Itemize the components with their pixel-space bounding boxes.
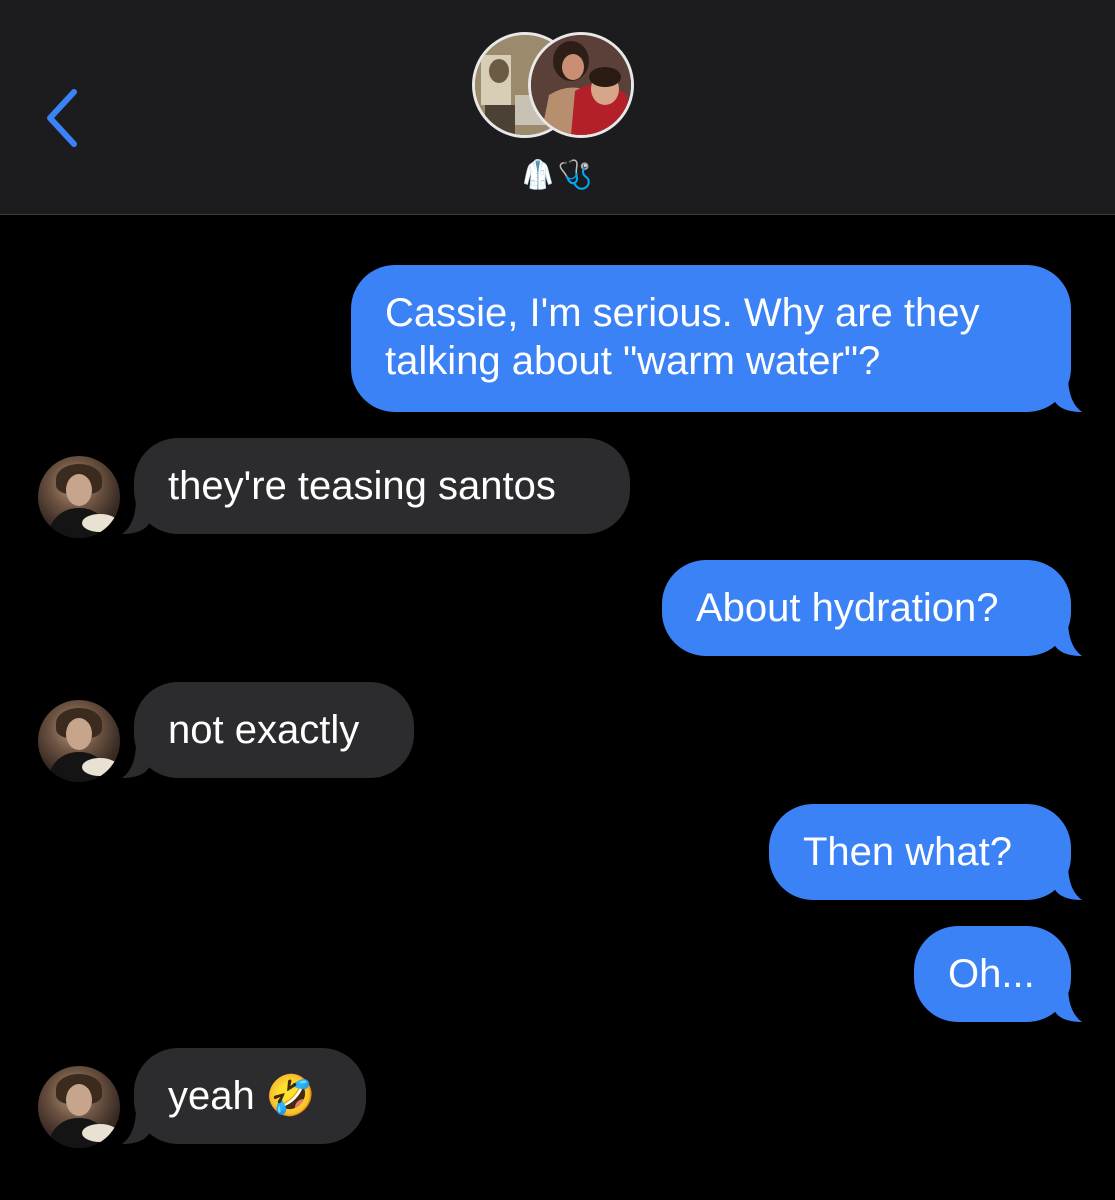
- message-bubble-sent[interactable]: Then what?: [769, 804, 1071, 900]
- message-text-line: talking about "warm water"?: [385, 339, 881, 383]
- bubble-tail-received: [122, 498, 150, 534]
- message-text: yeah 🤣: [168, 1074, 316, 1118]
- group-member-photo-2: [531, 35, 631, 135]
- message-text: Then what?: [803, 830, 1013, 874]
- message-bubble-sent[interactable]: Cassie, I'm serious. Why are they talkin…: [351, 265, 1071, 412]
- group-title-emoji[interactable]: 🥼🩺: [0, 158, 1115, 191]
- message-text: they're teasing santos: [168, 464, 556, 508]
- bubble-tail-received: [122, 742, 150, 778]
- message-text: Oh...: [948, 952, 1035, 996]
- bubble-tail-sent: [1054, 864, 1082, 900]
- group-avatar[interactable]: [472, 32, 644, 144]
- message-bubble-received[interactable]: yeah 🤣: [134, 1048, 366, 1144]
- bubble-tail-sent: [1054, 986, 1082, 1022]
- message-bubble-sent[interactable]: Oh...: [914, 926, 1071, 1022]
- message-bubble-sent[interactable]: About hydration?: [662, 560, 1071, 656]
- bubble-tail-sent: [1054, 376, 1082, 412]
- chevron-left-icon: [47, 89, 77, 147]
- back-button[interactable]: [38, 86, 88, 150]
- group-member-avatar-2: [528, 32, 634, 138]
- message-text: About hydration?: [696, 586, 999, 630]
- bubble-tail-received: [122, 1108, 150, 1144]
- messages-screen: 🥼🩺 Cassie, I'm serious. Why are they tal…: [0, 0, 1115, 1200]
- contact-avatar[interactable]: [38, 700, 120, 782]
- bubble-tail-sent: [1054, 620, 1082, 656]
- message-bubble-received[interactable]: they're teasing santos: [134, 438, 630, 534]
- contact-avatar[interactable]: [38, 1066, 120, 1148]
- message-bubble-received[interactable]: not exactly: [134, 682, 414, 778]
- contact-avatar[interactable]: [38, 456, 120, 538]
- conversation-header: 🥼🩺: [0, 0, 1115, 215]
- message-text-line: Cassie, I'm serious. Why are they: [385, 291, 980, 335]
- message-text: not exactly: [168, 708, 360, 752]
